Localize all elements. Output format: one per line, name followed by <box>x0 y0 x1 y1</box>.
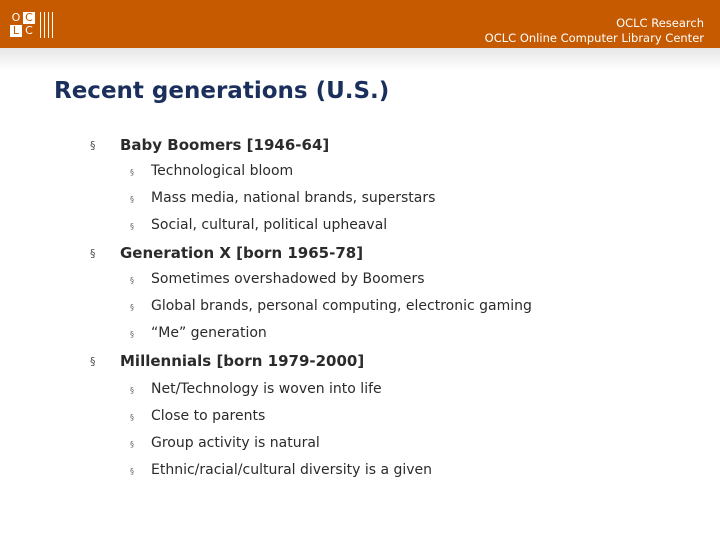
list-item: Sometimes overshadowed by Boomers <box>151 271 425 287</box>
list-item: Global brands, personal computing, elect… <box>151 298 532 314</box>
sub-bullet-marker: § <box>130 330 134 339</box>
sub-bullet-marker: § <box>130 195 134 204</box>
bullet-marker: § <box>90 355 96 368</box>
sub-bullet-marker: § <box>130 168 134 177</box>
list-item: Ethnic/racial/cultural diversity is a gi… <box>151 462 433 478</box>
list-item: Mass media, national brands, superstars <box>151 190 436 206</box>
sub-bullet-marker: § <box>130 276 134 285</box>
bullet-marker: § <box>90 139 96 152</box>
sub-bullet-marker: § <box>130 413 134 422</box>
sub-bullet-marker: § <box>130 440 134 449</box>
list-item: Technological bloom <box>151 163 294 179</box>
bullet-marker: § <box>90 247 96 260</box>
list-item: Close to parents <box>151 408 266 424</box>
list-item: Social, cultural, political upheaval <box>151 217 388 233</box>
sub-bullet-marker: § <box>130 222 134 231</box>
section-heading: Generation X [born 1965-78] <box>120 244 364 262</box>
bullet-list: § Baby Boomers [1946-64] § Technological bl… <box>0 0 720 540</box>
sub-bullet-marker: § <box>130 467 134 476</box>
sub-bullet-marker: § <box>130 386 134 395</box>
list-item: Group activity is natural <box>151 435 320 451</box>
section-heading: Baby Boomers [1946-64] <box>120 136 330 154</box>
sub-bullet-marker: § <box>130 303 134 312</box>
list-item: “Me” generation <box>151 325 267 341</box>
section-heading: Millennials [born 1979-2000] <box>120 352 365 370</box>
list-item: Net/Technology is woven into life <box>151 381 382 397</box>
